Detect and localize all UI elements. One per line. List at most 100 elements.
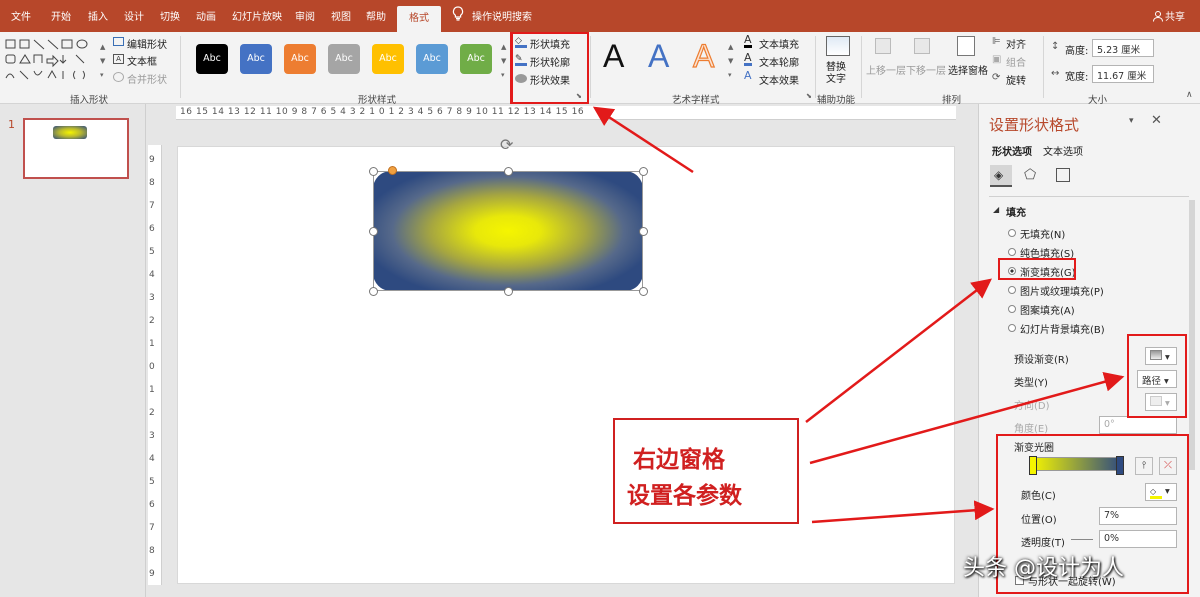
highlight-gradient-dropdowns — [1127, 334, 1187, 418]
tab-design[interactable]: 设计 — [124, 8, 144, 23]
group-divider — [861, 36, 862, 98]
resize-handle[interactable] — [639, 287, 648, 296]
style-swatch-black[interactable]: Abc — [196, 44, 228, 74]
type-label: 类型(Y) — [1014, 378, 1048, 389]
angle-input[interactable]: 0° — [1099, 416, 1177, 434]
pentagon-icon[interactable]: ⬠ — [1024, 167, 1036, 183]
style-swatch-orange[interactable]: Abc — [284, 44, 316, 74]
tab-review[interactable]: 审阅 — [295, 8, 315, 23]
dialog-launcher-icon[interactable]: ⬊ — [806, 92, 812, 100]
share-button[interactable]: 共享 — [1165, 8, 1185, 23]
radio-solid-fill[interactable] — [1008, 248, 1016, 256]
collapse-ribbon-icon[interactable]: ∧ — [1186, 90, 1193, 100]
rotate-icon: ⟳ — [992, 72, 1001, 83]
slide-thumbnail[interactable] — [23, 118, 129, 179]
fill-bucket-icon: ◈ — [994, 168, 1004, 182]
alt-text-button[interactable]: 替换文字 — [826, 62, 850, 86]
text-effects-icon: A — [744, 69, 752, 82]
text-outline-button[interactable]: 文本轮廓 — [759, 54, 799, 69]
group-button[interactable]: 组合 — [1006, 54, 1026, 69]
callout-line-2: 设置各参数 — [627, 482, 742, 509]
bring-forward-button[interactable]: 上移一层 — [866, 62, 906, 77]
style-swatch-lightblue[interactable]: Abc — [416, 44, 448, 74]
radio-pattern-fill[interactable] — [1008, 305, 1016, 313]
collapse-triangle-icon[interactable]: ◢ — [993, 205, 999, 214]
merge-shapes-button[interactable]: 合并形状 — [127, 71, 167, 86]
tab-insert[interactable]: 插入 — [88, 8, 108, 23]
send-backward-button[interactable]: 下移一层 — [906, 62, 946, 77]
resize-handle[interactable] — [369, 227, 378, 236]
option-background-fill[interactable]: 幻灯片背景填充(B) — [1020, 321, 1105, 336]
text-fill-button[interactable]: 文本填充 — [759, 36, 799, 51]
scroll-arrows-icon[interactable]: ▲ ▼ ▾ — [100, 40, 105, 82]
tab-text-options[interactable]: 文本选项 — [1043, 143, 1083, 158]
style-swatch-gold[interactable]: Abc — [372, 44, 404, 74]
corner-adjust-handle[interactable] — [388, 166, 397, 175]
wordart-black[interactable]: A — [603, 38, 624, 75]
slide-canvas[interactable]: ⟳ — [177, 135, 955, 584]
edit-shape-button[interactable]: 编辑形状 — [127, 36, 167, 51]
text-effects-button[interactable]: 文本效果 — [759, 72, 799, 87]
tab-format[interactable]: 格式 — [397, 6, 441, 32]
tab-file[interactable]: 文件 — [11, 8, 31, 23]
height-label: 高度: — [1065, 46, 1089, 57]
fill-section-header[interactable]: 填充 — [1006, 204, 1026, 219]
panel-scrollbar[interactable] — [1189, 200, 1195, 470]
wordart-orange-outline[interactable]: A — [692, 37, 715, 75]
shapes-gallery[interactable] — [3, 37, 101, 85]
width-input[interactable]: 11.67 厘米 — [1092, 65, 1154, 83]
ribbon: ▲ ▼ ▾ 编辑形状 A 文本框 合并形状 插入形状 Abc Abc Abc Abc… — [0, 32, 1200, 106]
gallery-scroll-icon[interactable]: ▲ ▼ ▾ — [501, 40, 506, 82]
panel-title: 设置形状格式 — [989, 116, 1080, 134]
align-button[interactable]: 对齐 — [1006, 36, 1026, 51]
gallery-scroll-icon[interactable]: ▲ ▼ ▾ — [728, 40, 733, 82]
tab-view[interactable]: 视图 — [331, 8, 351, 23]
tab-home[interactable]: 开始 — [51, 8, 71, 23]
close-icon[interactable]: ✕ — [1151, 113, 1162, 128]
panel-dropdown-icon[interactable]: ▾ — [1129, 116, 1134, 126]
text-outline-icon: A — [744, 51, 752, 66]
tab-shape-options[interactable]: 形状选项 — [992, 143, 1032, 158]
height-input[interactable]: 5.23 厘米 — [1092, 39, 1154, 57]
option-no-fill[interactable]: 无填充(N) — [1020, 226, 1065, 241]
resize-handle[interactable] — [504, 167, 513, 176]
direction-label: 方向(D) — [1014, 401, 1050, 412]
tab-help[interactable]: 帮助 — [366, 8, 386, 23]
style-swatch-gray[interactable]: Abc — [328, 44, 360, 74]
width-icon: ↔ — [1051, 68, 1060, 79]
group-divider — [590, 36, 591, 98]
ruler-numbers: 16 15 14 13 12 11 10 9 8 7 6 5 4 3 2 1 0… — [180, 107, 585, 117]
annotation-callout: 右边窗格 设置各参数 — [613, 418, 799, 524]
vertical-ruler: 9 8 7 6 5 4 3 2 1 0 1 2 3 4 5 6 7 8 9 — [148, 145, 162, 585]
option-pattern-fill[interactable]: 图案填充(A) — [1020, 302, 1075, 317]
wordart-blue[interactable]: A — [648, 38, 669, 75]
resize-handle[interactable] — [369, 167, 378, 176]
tab-transitions[interactable]: 切换 — [160, 8, 180, 23]
text-box-button[interactable]: 文本框 — [127, 53, 157, 68]
option-picture-fill[interactable]: 图片或纹理填充(P) — [1020, 283, 1104, 298]
tell-me-search[interactable]: 操作说明搜索 — [472, 8, 532, 23]
tab-animations[interactable]: 动画 — [196, 8, 216, 23]
radio-background-fill[interactable] — [1008, 324, 1016, 332]
rotate-button[interactable]: 旋转 — [1006, 72, 1026, 87]
tab-slideshow[interactable]: 幻灯片放映 — [232, 8, 282, 23]
preset-gradient-label: 预设渐变(R) — [1014, 355, 1069, 366]
resize-handle[interactable] — [504, 287, 513, 296]
highlight-shape-format-buttons — [510, 32, 589, 104]
alt-text-icon — [826, 36, 850, 56]
style-swatch-blue[interactable]: Abc — [240, 44, 272, 74]
thumbnail-shape — [53, 126, 87, 139]
resize-handle[interactable] — [639, 227, 648, 236]
accessibility-group-label: 辅助功能 — [817, 95, 856, 106]
radio-picture-fill[interactable] — [1008, 286, 1016, 294]
radio-no-fill[interactable] — [1008, 229, 1016, 237]
rotate-handle-icon[interactable]: ⟳ — [500, 135, 513, 154]
arrange-group-label: 排列 — [942, 95, 962, 106]
style-swatch-green[interactable]: Abc — [460, 44, 492, 74]
selection-pane-button[interactable]: 选择窗格 — [948, 62, 988, 77]
shapes-icon — [5, 39, 88, 80]
merge-shapes-icon — [113, 72, 124, 82]
size-properties-icon[interactable] — [1056, 168, 1070, 182]
resize-handle[interactable] — [369, 287, 378, 296]
resize-handle[interactable] — [639, 167, 648, 176]
